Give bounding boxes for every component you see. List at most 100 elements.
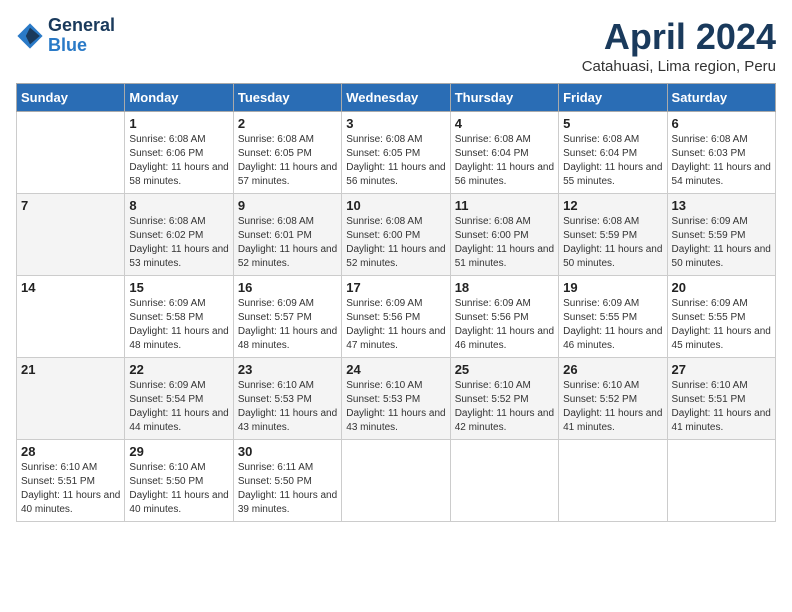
day-info: Sunrise: 6:11 AM Sunset: 5:50 PM Dayligh… xyxy=(238,461,337,517)
day-number: 8 xyxy=(129,198,228,213)
calendar-cell: 8 Sunrise: 6:08 AM Sunset: 6:02 PM Daylig… xyxy=(125,194,233,276)
day-number: 18 xyxy=(455,280,554,295)
calendar-cell: 30 Sunrise: 6:11 AM Sunset: 5:50 PM Dayli… xyxy=(233,440,341,522)
title-area: April 2024 Catahuasi, Lima region, Peru xyxy=(582,16,776,75)
day-info: Sunrise: 6:10 AM Sunset: 5:52 PM Dayligh… xyxy=(563,379,662,435)
calendar-cell xyxy=(17,112,125,194)
calendar-week-row: 78 Sunrise: 6:08 AM Sunset: 6:02 PM Dayli… xyxy=(17,194,776,276)
day-number: 1 xyxy=(129,116,228,131)
day-number: 4 xyxy=(455,116,554,131)
calendar-cell: 28 Sunrise: 6:10 AM Sunset: 5:51 PM Dayli… xyxy=(17,440,125,522)
day-info: Sunrise: 6:08 AM Sunset: 6:00 PM Dayligh… xyxy=(455,215,554,271)
weekday-header-tuesday: Tuesday xyxy=(233,84,341,112)
day-info: Sunrise: 6:08 AM Sunset: 6:05 PM Dayligh… xyxy=(346,133,445,189)
day-info: Sunrise: 6:09 AM Sunset: 5:58 PM Dayligh… xyxy=(129,297,228,353)
calendar-cell xyxy=(450,440,558,522)
calendar-cell: 27Sunrise: 6:10 AM Sunset: 5:51 PM Dayli… xyxy=(667,358,775,440)
day-number: 19 xyxy=(563,280,662,295)
day-number: 25 xyxy=(455,362,554,377)
day-number: 7 xyxy=(21,198,120,213)
calendar-cell: 12Sunrise: 6:08 AM Sunset: 5:59 PM Dayli… xyxy=(559,194,667,276)
day-info: Sunrise: 6:10 AM Sunset: 5:51 PM Dayligh… xyxy=(21,461,120,517)
day-number: 23 xyxy=(238,362,337,377)
day-info: Sunrise: 6:10 AM Sunset: 5:53 PM Dayligh… xyxy=(238,379,337,435)
calendar-cell: 26Sunrise: 6:10 AM Sunset: 5:52 PM Dayli… xyxy=(559,358,667,440)
weekday-header-friday: Friday xyxy=(559,84,667,112)
calendar-table: SundayMondayTuesdayWednesdayThursdayFrid… xyxy=(16,83,776,522)
location: Catahuasi, Lima region, Peru xyxy=(582,58,776,75)
day-info: Sunrise: 6:08 AM Sunset: 6:02 PM Dayligh… xyxy=(129,215,228,271)
calendar-cell: 11 Sunrise: 6:08 AM Sunset: 6:00 PM Dayli… xyxy=(450,194,558,276)
calendar-cell: 5 Sunrise: 6:08 AM Sunset: 6:04 PM Daylig… xyxy=(559,112,667,194)
day-info: Sunrise: 6:08 AM Sunset: 6:05 PM Dayligh… xyxy=(238,133,337,189)
calendar-week-row: 28 Sunrise: 6:10 AM Sunset: 5:51 PM Dayli… xyxy=(17,440,776,522)
calendar-cell: 18 Sunrise: 6:09 AM Sunset: 5:56 PM Dayli… xyxy=(450,276,558,358)
day-info: Sunrise: 6:08 AM Sunset: 6:00 PM Dayligh… xyxy=(346,215,445,271)
day-number: 28 xyxy=(21,444,120,459)
day-info: Sunrise: 6:09 AM Sunset: 5:56 PM Dayligh… xyxy=(346,297,445,353)
calendar-cell: 17 Sunrise: 6:09 AM Sunset: 5:56 PM Dayli… xyxy=(342,276,450,358)
calendar-cell: 22 Sunrise: 6:09 AM Sunset: 5:54 PM Dayli… xyxy=(125,358,233,440)
day-info: Sunrise: 6:09 AM Sunset: 5:54 PM Dayligh… xyxy=(129,379,228,435)
calendar-cell: 24Sunrise: 6:10 AM Sunset: 5:53 PM Dayli… xyxy=(342,358,450,440)
day-number: 21 xyxy=(21,362,120,377)
calendar-cell xyxy=(342,440,450,522)
day-number: 30 xyxy=(238,444,337,459)
day-info: Sunrise: 6:08 AM Sunset: 6:03 PM Dayligh… xyxy=(672,133,771,189)
day-info: Sunrise: 6:10 AM Sunset: 5:53 PM Dayligh… xyxy=(346,379,445,435)
day-number: 20 xyxy=(672,280,771,295)
day-number: 15 xyxy=(129,280,228,295)
calendar-cell xyxy=(559,440,667,522)
day-number: 17 xyxy=(346,280,445,295)
day-number: 16 xyxy=(238,280,337,295)
calendar-cell: 23 Sunrise: 6:10 AM Sunset: 5:53 PM Dayli… xyxy=(233,358,341,440)
day-info: Sunrise: 6:09 AM Sunset: 5:57 PM Dayligh… xyxy=(238,297,337,353)
calendar-cell: 21 xyxy=(17,358,125,440)
day-info: Sunrise: 6:10 AM Sunset: 5:52 PM Dayligh… xyxy=(455,379,554,435)
calendar-cell: 14 xyxy=(17,276,125,358)
day-info: Sunrise: 6:10 AM Sunset: 5:50 PM Dayligh… xyxy=(129,461,228,517)
day-number: 11 xyxy=(455,198,554,213)
calendar-cell: 7 xyxy=(17,194,125,276)
calendar-cell xyxy=(667,440,775,522)
day-info: Sunrise: 6:08 AM Sunset: 6:06 PM Dayligh… xyxy=(129,133,228,189)
day-info: Sunrise: 6:09 AM Sunset: 5:55 PM Dayligh… xyxy=(563,297,662,353)
calendar-cell: 1 Sunrise: 6:08 AM Sunset: 6:06 PM Daylig… xyxy=(125,112,233,194)
day-number: 3 xyxy=(346,116,445,131)
logo-text: General Blue xyxy=(48,16,115,56)
day-info: Sunrise: 6:09 AM Sunset: 5:56 PM Dayligh… xyxy=(455,297,554,353)
day-number: 6 xyxy=(672,116,771,131)
calendar-cell: 6 Sunrise: 6:08 AM Sunset: 6:03 PM Daylig… xyxy=(667,112,775,194)
weekday-header-row: SundayMondayTuesdayWednesdayThursdayFrid… xyxy=(17,84,776,112)
calendar-cell: 3 Sunrise: 6:08 AM Sunset: 6:05 PM Daylig… xyxy=(342,112,450,194)
calendar-cell: 19 Sunrise: 6:09 AM Sunset: 5:55 PM Dayli… xyxy=(559,276,667,358)
calendar-cell: 29Sunrise: 6:10 AM Sunset: 5:50 PM Dayli… xyxy=(125,440,233,522)
day-number: 2 xyxy=(238,116,337,131)
calendar-cell: 9 Sunrise: 6:08 AM Sunset: 6:01 PM Daylig… xyxy=(233,194,341,276)
day-number: 9 xyxy=(238,198,337,213)
day-number: 5 xyxy=(563,116,662,131)
day-info: Sunrise: 6:08 AM Sunset: 6:01 PM Dayligh… xyxy=(238,215,337,271)
logo-icon xyxy=(16,22,44,50)
weekday-header-saturday: Saturday xyxy=(667,84,775,112)
day-number: 22 xyxy=(129,362,228,377)
logo-general: General xyxy=(48,16,115,36)
calendar-cell: 25 Sunrise: 6:10 AM Sunset: 5:52 PM Dayli… xyxy=(450,358,558,440)
calendar-cell: 10 Sunrise: 6:08 AM Sunset: 6:00 PM Dayli… xyxy=(342,194,450,276)
header: General Blue April 2024 Catahuasi, Lima … xyxy=(16,16,776,75)
calendar-cell: 20 Sunrise: 6:09 AM Sunset: 5:55 PM Dayli… xyxy=(667,276,775,358)
day-number: 14 xyxy=(21,280,120,295)
calendar-cell: 2 Sunrise: 6:08 AM Sunset: 6:05 PM Daylig… xyxy=(233,112,341,194)
day-info: Sunrise: 6:09 AM Sunset: 5:59 PM Dayligh… xyxy=(672,215,771,271)
day-info: Sunrise: 6:10 AM Sunset: 5:51 PM Dayligh… xyxy=(672,379,771,435)
day-number: 10 xyxy=(346,198,445,213)
day-info: Sunrise: 6:08 AM Sunset: 6:04 PM Dayligh… xyxy=(563,133,662,189)
day-number: 13 xyxy=(672,198,771,213)
day-info: Sunrise: 6:09 AM Sunset: 5:55 PM Dayligh… xyxy=(672,297,771,353)
calendar-cell: 13 Sunrise: 6:09 AM Sunset: 5:59 PM Dayli… xyxy=(667,194,775,276)
calendar-cell: 4 Sunrise: 6:08 AM Sunset: 6:04 PM Daylig… xyxy=(450,112,558,194)
weekday-header-wednesday: Wednesday xyxy=(342,84,450,112)
day-info: Sunrise: 6:08 AM Sunset: 6:04 PM Dayligh… xyxy=(455,133,554,189)
calendar-week-row: 14 15 Sunrise: 6:09 AM Sunset: 5:58 PM Day… xyxy=(17,276,776,358)
calendar-cell: 16 Sunrise: 6:09 AM Sunset: 5:57 PM Dayli… xyxy=(233,276,341,358)
